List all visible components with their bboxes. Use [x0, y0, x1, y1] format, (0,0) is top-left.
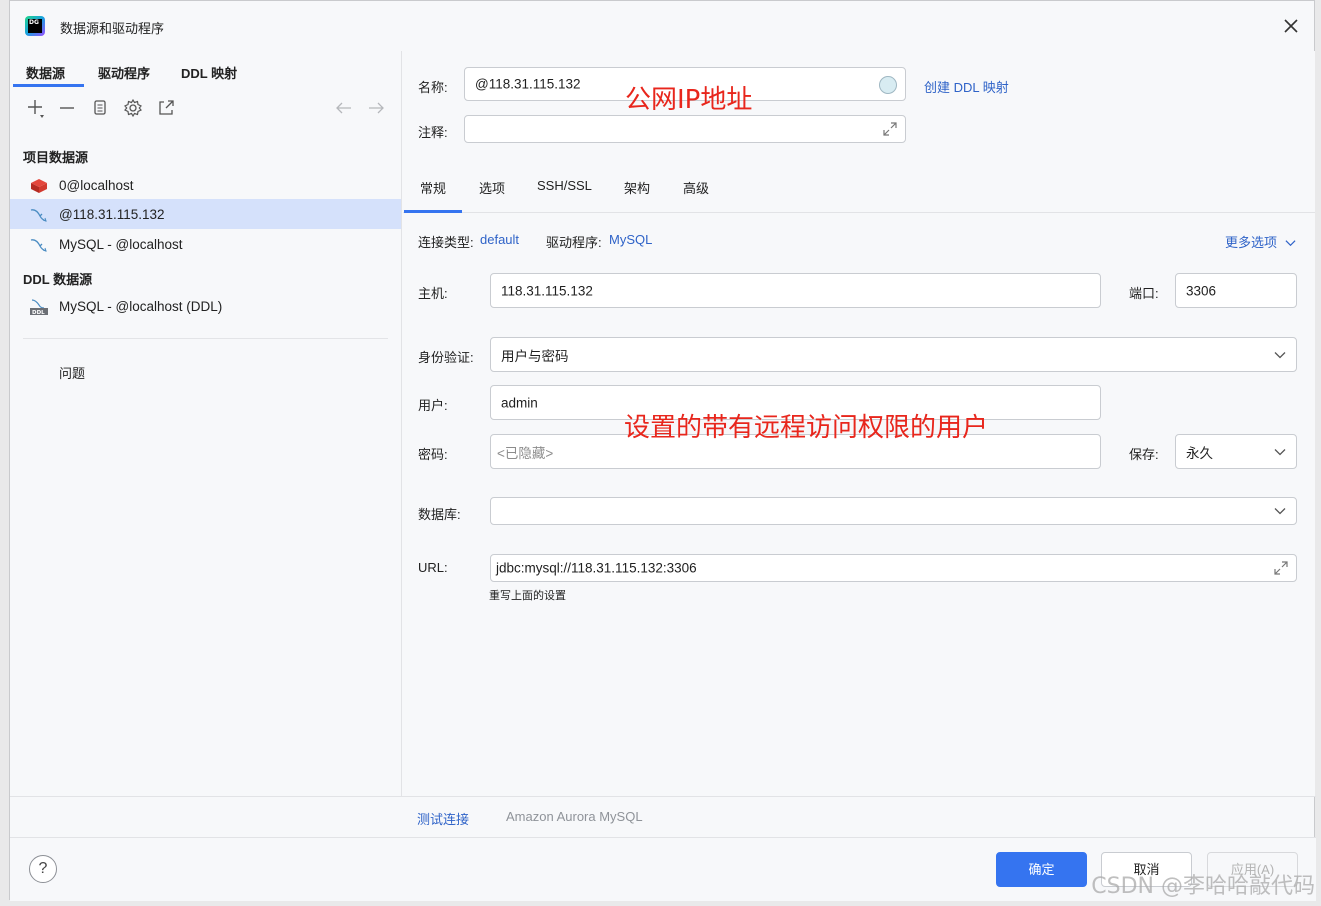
ok-button[interactable]: 确定 — [996, 852, 1087, 887]
auth-label: 身份验证: — [418, 350, 474, 365]
url-input[interactable]: jdbc:mysql://118.31.115.132:3306 — [490, 554, 1297, 582]
datasource-dialog: DG 数据源和驱动程序 数据源 驱动程序 DDL 映射 项目数据源 0@loca… — [9, 0, 1316, 901]
tab-datasources[interactable]: 数据源 — [26, 63, 65, 82]
gear-icon[interactable] — [122, 97, 144, 119]
chevron-down-icon — [1274, 448, 1286, 455]
datagrip-app-icon: DG — [25, 16, 45, 36]
save-value: 永久 — [1186, 445, 1213, 461]
help-button[interactable]: ? — [29, 855, 57, 883]
tab-schemas[interactable]: 架构 — [624, 178, 650, 197]
problems-label[interactable]: 问题 — [59, 363, 85, 382]
redis-icon — [29, 177, 49, 195]
name-value: @118.31.115.132 — [475, 76, 581, 92]
datasource-item-selected[interactable]: @118.31.115.132 — [10, 199, 401, 229]
connection-type-value[interactable]: default — [480, 232, 519, 247]
host-label: 主机: — [418, 286, 448, 301]
expand-icon[interactable] — [1272, 559, 1290, 577]
watermark: CSDN @李哈哈敲代码 — [1091, 874, 1315, 899]
tab-general[interactable]: 常规 — [420, 178, 446, 197]
annotation-remote-user: 设置的带有远程访问权限的用户 — [624, 413, 989, 443]
datasource-settings-panel: 名称: @118.31.115.132 创建 DDL 映射 注释: 常规 选项 … — [403, 51, 1315, 827]
back-arrow-icon[interactable] — [333, 97, 355, 119]
expand-icon[interactable] — [881, 120, 899, 138]
port-label: 端口: — [1129, 286, 1159, 301]
forward-arrow-icon[interactable] — [365, 97, 387, 119]
auth-value: 用户与密码 — [501, 348, 569, 364]
database-label: 数据库: — [418, 507, 461, 522]
left-tabs: 数据源 驱动程序 DDL 映射 — [10, 51, 401, 89]
tab-drivers[interactable]: 驱动程序 — [98, 63, 150, 82]
title-bar: DG 数据源和驱动程序 — [10, 1, 1314, 51]
tab-advanced[interactable]: 高级 — [683, 178, 709, 197]
tab-ddl-mappings[interactable]: DDL 映射 — [181, 63, 237, 82]
add-icon[interactable] — [24, 97, 46, 119]
comment-label: 注释: — [418, 125, 448, 140]
user-value: admin — [501, 395, 538, 410]
password-label: 密码: — [418, 447, 448, 462]
annotation-public-ip: 公网IP地址 — [625, 85, 753, 115]
tab-ssh-ssl[interactable]: SSH/SSL — [537, 178, 592, 193]
auth-select[interactable]: 用户与密码 — [490, 337, 1297, 372]
open-external-icon[interactable] — [155, 97, 177, 119]
database-select[interactable] — [490, 497, 1297, 525]
tab-options[interactable]: 选项 — [479, 178, 505, 197]
svg-text:DDL: DDL — [32, 310, 45, 316]
datasource-item[interactable]: 0@localhost — [10, 170, 401, 200]
datasource-item[interactable]: MySQL - @localhost — [10, 229, 401, 259]
more-options-label: 更多选项 — [1225, 235, 1278, 250]
mysql-icon — [29, 236, 49, 254]
section-ddl-datasources: DDL 数据源 — [23, 272, 93, 287]
left-panel: 数据源 驱动程序 DDL 映射 项目数据源 0@localhost @118.3… — [10, 51, 402, 796]
active-tab-indicator — [13, 84, 84, 87]
datasource-toolbar — [10, 97, 401, 121]
host-value: 118.31.115.132 — [501, 283, 593, 298]
window-title: 数据源和驱动程序 — [60, 21, 165, 36]
close-icon[interactable] — [1280, 15, 1302, 37]
port-input[interactable]: 3306 — [1175, 273, 1297, 308]
url-label: URL: — [418, 560, 448, 575]
url-override-note: 重写上面的设置 — [489, 590, 566, 602]
create-ddl-mapping-link[interactable]: 创建 DDL 映射 — [924, 77, 1009, 96]
driver-hint: Amazon Aurora MySQL — [506, 809, 643, 824]
driver-value[interactable]: MySQL — [609, 232, 652, 247]
port-value: 3306 — [1186, 283, 1217, 298]
comment-input[interactable] — [464, 115, 906, 143]
save-select[interactable]: 永久 — [1175, 434, 1297, 469]
chevron-down-icon — [1274, 508, 1286, 515]
active-tab-indicator — [404, 210, 462, 213]
save-label: 保存: — [1129, 447, 1159, 462]
datasource-label: @118.31.115.132 — [59, 207, 165, 222]
settings-tabs: 常规 选项 SSH/SSL 架构 高级 — [403, 163, 1315, 213]
ddl-mysql-icon: DDL — [29, 298, 49, 316]
password-placeholder: <已隐藏> — [497, 445, 554, 461]
name-label: 名称: — [418, 80, 448, 95]
url-value: jdbc:mysql://118.31.115.132:3306 — [496, 560, 697, 576]
remove-icon[interactable] — [56, 97, 78, 119]
driver-label: 驱动程序: — [546, 235, 602, 250]
datasource-label: 0@localhost — [59, 178, 134, 193]
datasource-label: MySQL - @localhost — [59, 237, 183, 252]
connection-type-label: 连接类型: — [418, 235, 474, 250]
datasource-item[interactable]: DDL MySQL - @localhost (DDL) — [10, 291, 401, 321]
chevron-down-icon — [1285, 240, 1296, 247]
host-input[interactable]: 118.31.115.132 — [490, 273, 1101, 308]
datasource-label: MySQL - @localhost (DDL) — [59, 299, 223, 314]
section-project-datasources: 项目数据源 — [23, 150, 89, 165]
chevron-down-icon — [1274, 351, 1286, 358]
user-label: 用户: — [418, 398, 448, 413]
color-picker-icon[interactable] — [879, 76, 897, 94]
divider — [10, 796, 1316, 797]
test-connection-link[interactable]: 测试连接 — [417, 809, 469, 828]
copy-icon[interactable] — [89, 97, 111, 119]
more-options-link[interactable]: 更多选项 — [1225, 232, 1296, 251]
mysql-icon — [29, 206, 49, 224]
divider — [23, 338, 388, 339]
